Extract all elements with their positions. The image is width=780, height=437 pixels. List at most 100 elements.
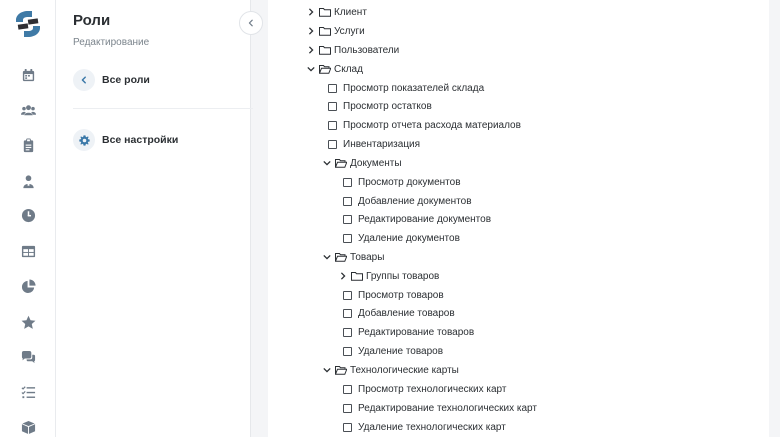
icon-rail: [0, 0, 56, 437]
permission-label: Редактирование документов: [358, 213, 492, 225]
back-to-roles-label: Все роли: [102, 74, 150, 86]
folder-open-icon: [335, 252, 347, 262]
permission-label: Просмотр остатков: [343, 100, 432, 112]
permission-row[interactable]: Удаление товаров: [343, 343, 443, 359]
gear-icon: [73, 129, 95, 151]
permission-row[interactable]: Просмотр отчета расхода материалов: [328, 117, 521, 133]
folder-open-icon: [335, 158, 347, 168]
permission-row[interactable]: Редактирование документов: [343, 211, 491, 227]
folder-open-icon: [319, 64, 331, 74]
collapse-sidebar-button[interactable]: [239, 11, 263, 35]
permission-label: Удаление технологических карт: [358, 421, 506, 433]
permission-label: Просмотр товаров: [358, 289, 444, 301]
permission-row[interactable]: Добавление документов: [343, 193, 472, 209]
scrollbar-track[interactable]: [769, 0, 780, 437]
permission-checkbox[interactable]: [343, 233, 352, 243]
permission-checkbox[interactable]: [343, 290, 352, 300]
permission-checkbox[interactable]: [343, 177, 352, 187]
star-icon[interactable]: [19, 313, 37, 331]
permission-checkbox[interactable]: [343, 308, 352, 318]
box-icon[interactable]: [19, 418, 37, 436]
folder-icon: [351, 271, 363, 281]
permission-checkbox[interactable]: [343, 422, 352, 432]
permission-label: Просмотр отчета расхода материалов: [343, 119, 521, 131]
folder-open-icon: [335, 365, 347, 375]
permission-row[interactable]: Инвентаризация: [328, 136, 420, 152]
all-settings-label: Все настройки: [102, 134, 179, 146]
permission-row[interactable]: Удаление технологических карт: [343, 419, 506, 435]
permission-label: Просмотр технологических карт: [358, 383, 507, 395]
tree-node-uslugi[interactable]: Услуги: [306, 23, 365, 39]
tree-node-polzovateli[interactable]: Пользователи: [306, 42, 399, 58]
app-logo[interactable]: [12, 8, 44, 40]
pie-chart-icon[interactable]: [19, 277, 37, 295]
chevron-left-icon: [73, 69, 95, 91]
permission-label: Инвентаризация: [343, 138, 421, 150]
tree-label: Технологические карты: [350, 364, 459, 376]
permission-checkbox[interactable]: [343, 196, 352, 206]
chevron-down-icon[interactable]: [322, 252, 332, 262]
permission-label: Удаление документов: [358, 232, 460, 244]
permission-label: Редактирование технологических карт: [358, 402, 537, 414]
user-icon[interactable]: [19, 172, 37, 190]
chat-icon[interactable]: [19, 348, 37, 366]
permission-row[interactable]: Просмотр товаров: [343, 287, 444, 303]
tree-label: Клиент: [334, 6, 367, 18]
permission-checkbox[interactable]: [343, 384, 352, 394]
permission-row[interactable]: Добавление товаров: [343, 305, 455, 321]
permission-checkbox[interactable]: [328, 101, 337, 111]
permission-checkbox[interactable]: [328, 83, 337, 93]
chevron-right-icon[interactable]: [306, 7, 316, 17]
permission-checkbox[interactable]: [343, 214, 352, 224]
permission-checkbox[interactable]: [343, 327, 352, 337]
settings-sidebar: Роли Редактирование Все роли Все настрой…: [56, 0, 253, 437]
all-settings-link[interactable]: Все настройки: [73, 129, 178, 151]
tree-node-tehkarty[interactable]: Технологические карты: [322, 362, 459, 378]
chevron-right-icon[interactable]: [338, 271, 348, 281]
chevron-right-icon[interactable]: [306, 26, 316, 36]
folder-icon: [319, 26, 331, 36]
permissions-panel: Клиент Услуги Пользователи Склад Просмот…: [268, 0, 769, 437]
page-subtitle: Редактирование: [73, 37, 150, 48]
chevron-right-icon[interactable]: [306, 45, 316, 55]
clock-icon[interactable]: [19, 206, 37, 224]
tree-node-tovary[interactable]: Товары: [322, 249, 384, 265]
folder-icon: [319, 7, 331, 17]
permission-checkbox[interactable]: [328, 139, 337, 149]
tree-node-dokumenty[interactable]: Документы: [322, 155, 402, 171]
permission-row[interactable]: Просмотр технологических карт: [343, 381, 506, 397]
permission-row[interactable]: Просмотр показателей склада: [328, 80, 484, 96]
checklist-icon[interactable]: [19, 383, 37, 401]
permission-checkbox[interactable]: [343, 403, 352, 413]
folder-icon: [319, 45, 331, 55]
permission-label: Просмотр документов: [358, 176, 461, 188]
tree-label: Склад: [334, 63, 363, 75]
table-icon[interactable]: [19, 242, 37, 260]
permission-row[interactable]: Просмотр документов: [343, 174, 461, 190]
tree-label: Услуги: [334, 25, 365, 37]
page-title: Роли: [73, 12, 111, 29]
back-to-roles-link[interactable]: Все роли: [73, 69, 150, 91]
permission-checkbox[interactable]: [328, 120, 337, 130]
chevron-down-icon[interactable]: [306, 64, 316, 74]
permission-label: Добавление документов: [358, 195, 472, 207]
permission-row[interactable]: Редактирование товаров: [343, 324, 474, 340]
tree-node-klient[interactable]: Клиент: [306, 4, 367, 20]
chevron-left-icon: [248, 19, 253, 27]
permission-label: Редактирование товаров: [358, 326, 475, 338]
tree-label: Пользователи: [334, 44, 400, 56]
sidebar-divider: [73, 108, 253, 109]
permission-label: Удаление товаров: [358, 345, 444, 357]
permission-row[interactable]: Редактирование технологических карт: [343, 400, 537, 416]
chevron-down-icon[interactable]: [322, 158, 332, 168]
calendar-icon[interactable]: [19, 66, 37, 84]
permission-row[interactable]: Удаление документов: [343, 230, 460, 246]
tree-node-sklad[interactable]: Склад: [306, 61, 363, 77]
tree-label: Группы товаров: [366, 270, 440, 282]
tree-node-gruppy[interactable]: Группы товаров: [338, 268, 439, 284]
users-icon[interactable]: [19, 101, 37, 119]
clipboard-icon[interactable]: [19, 136, 37, 154]
chevron-down-icon[interactable]: [322, 365, 332, 375]
permission-row[interactable]: Просмотр остатков: [328, 98, 432, 114]
permission-checkbox[interactable]: [343, 346, 352, 356]
